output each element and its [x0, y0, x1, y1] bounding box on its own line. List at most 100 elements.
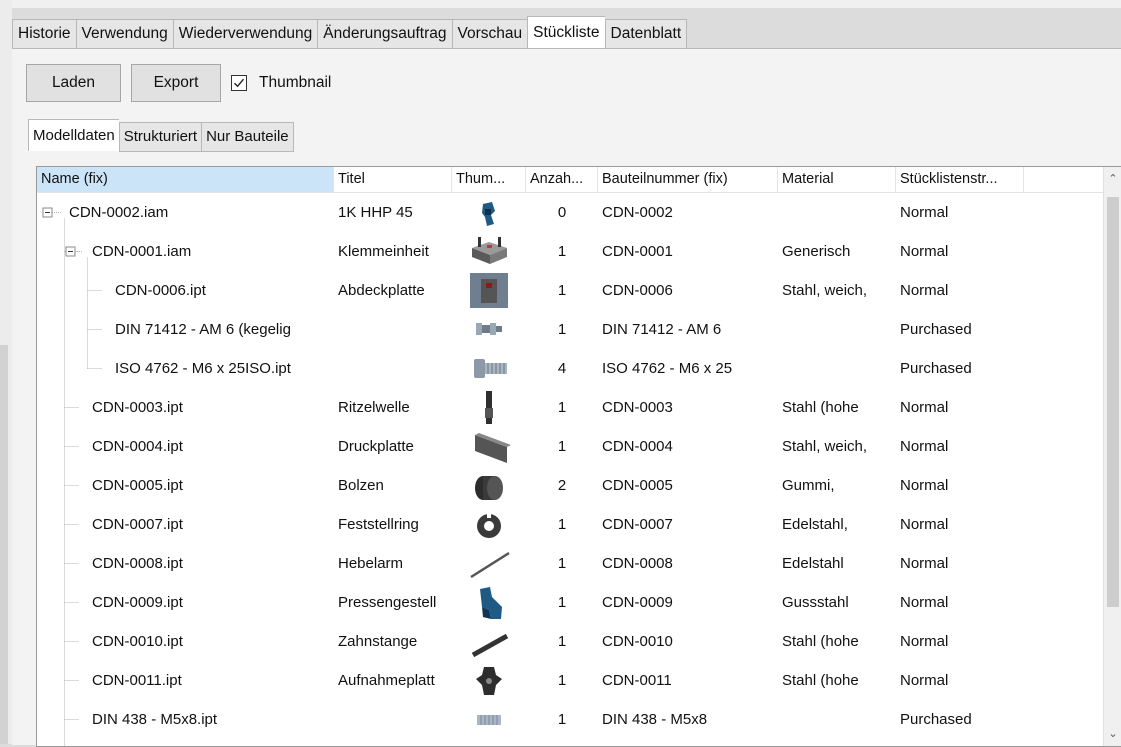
row-quantity: 0 [557, 204, 567, 221]
table-row[interactable]: CDN-0010.ipt Zahnstange 1 CDN-0010 Stahl (ho… [37, 622, 1104, 661]
table-row[interactable]: DIN 71412 - AM 6 (kegelig 1 DIN 71412 - AM… [37, 310, 1104, 349]
row-part-number: CDN-0007 [602, 516, 673, 533]
table-row[interactable]: CDN-0005.ipt Bolzen 2 CDN-0005 Gummi, Normal [37, 466, 1104, 505]
tab-datenblatt[interactable]: Datenblatt [604, 19, 688, 49]
row-quantity: 1 [557, 633, 567, 650]
bom-panel: Laden Export Thumbnail Modelldaten Strukt… [12, 48, 1121, 747]
row-bom-structure: Normal [900, 672, 949, 689]
column-name-header[interactable]: Name (fix) [37, 167, 334, 192]
grease-nipple-icon [476, 323, 502, 335]
press-frame-icon [480, 587, 502, 619]
column-thumbnail-header[interactable]: Thum... [452, 167, 526, 192]
thumbnail-label: Thumbnail [259, 74, 332, 91]
tab-wiederverwendung[interactable]: Wiederverwendung [172, 19, 318, 49]
subtab-modelldaten[interactable]: Modelldaten [28, 119, 119, 151]
lever-arm-icon [470, 551, 510, 579]
row-material: Edelstahl [782, 555, 844, 572]
column-title-header[interactable]: Titel [334, 167, 452, 192]
table-row[interactable]: CDN-0006.ipt Abdeckplatte 1 CDN-0006 Stahl, … [37, 271, 1104, 310]
row-material [778, 310, 896, 349]
row-part-number: DIN 71412 - AM 6 [602, 321, 722, 338]
row-thumbnail [452, 466, 526, 505]
row-quantity: 1 [557, 321, 567, 338]
column-bom-structure-header[interactable]: Stücklistenstr... [896, 167, 1024, 192]
row-title: Feststellring [338, 516, 419, 533]
pressure-plate-icon [475, 433, 511, 463]
row-name: CDN-0007.ipt [92, 516, 183, 533]
main-tab-bar: Historie Verwendung Wiederverwendung Änderu… [12, 16, 688, 49]
table-row[interactable]: CDN-0003.ipt Ritzelwelle 1 CDN-0003 Stahl (h… [37, 388, 1104, 427]
column-part-number-header[interactable]: Bauteilnummer (fix) [598, 167, 778, 192]
table-row[interactable]: CDN-0011.ipt Aufnahmeplatt 1 CDN-0011 Stahl … [37, 661, 1104, 700]
row-thumbnail [452, 310, 526, 349]
row-title: 1K HHP 45 [338, 204, 413, 221]
clamp-unit-icon [472, 237, 507, 264]
row-part-number: CDN-0005 [602, 477, 673, 494]
table-row[interactable]: DIN 438 - M5x8.ipt 1 DIN 438 - M5x8 Purchas… [37, 700, 1104, 739]
row-part-number: CDN-0011 [602, 672, 672, 689]
column-quantity-header[interactable]: Anzah... [526, 167, 598, 192]
row-title [334, 700, 452, 739]
header-filler [1024, 167, 1104, 192]
sub-tab-bar: Modelldaten Strukturiert Nur Bauteile [28, 119, 294, 152]
table-row[interactable]: CDN-0001.iam Klemmeinheit 1 CDN-0001 Generis… [37, 232, 1104, 271]
row-bom-structure: Normal [900, 516, 949, 533]
grid-header: Name (fix) Titel Thum... Anzah... Bauteilnum… [37, 167, 1104, 193]
row-bom-structure: Purchased [900, 321, 972, 338]
table-row[interactable]: CDN-0007.ipt Feststellring 1 CDN-0007 Edelst… [37, 505, 1104, 544]
set-screw-icon [477, 715, 501, 725]
table-row[interactable]: CDN-0009.ipt Pressengestell 1 CDN-0009 Gusss… [37, 583, 1104, 622]
row-name: CDN-0004.ipt [92, 438, 183, 455]
row-quantity: 1 [557, 282, 567, 299]
row-name: CDN-0005.ipt [92, 477, 183, 494]
row-quantity: 1 [557, 711, 567, 728]
vertical-scrollbar[interactable]: ⌃ ⌄ [1103, 167, 1121, 746]
tab-stückliste[interactable]: Stückliste [527, 16, 605, 48]
table-row[interactable]: CDN-0008.ipt Hebelarm 1 CDN-0008 Edelstahl No… [37, 544, 1104, 583]
row-part-number: CDN-0002 [602, 204, 673, 221]
row-name: CDN-0006.ipt [115, 282, 206, 299]
load-button[interactable]: Laden [26, 64, 121, 102]
tab-historie[interactable]: Historie [12, 19, 76, 49]
table-row[interactable]: ISO 4762 - M6 x 25ISO.ipt 4 ISO 4762 - M6 … [37, 349, 1104, 388]
row-name: CDN-0009.ipt [92, 594, 183, 611]
thumbnail-checkbox[interactable] [231, 75, 247, 91]
subtab-nur-bauteile[interactable]: Nur Bauteile [201, 122, 294, 152]
row-material [778, 349, 896, 388]
row-material: Stahl (hohe [782, 633, 859, 650]
row-part-number: DIN 438 - M5x8 [602, 711, 708, 728]
row-title: Klemmeinheit [338, 243, 429, 260]
row-thumbnail [452, 622, 526, 661]
row-name: CDN-0003.ipt [92, 399, 183, 416]
row-bom-structure: Normal [900, 243, 949, 260]
tab-änderungsauftrag[interactable]: Änderungsauftrag [317, 19, 452, 49]
subtab-strukturiert[interactable]: Strukturiert [118, 122, 202, 152]
scroll-up-icon[interactable]: ⌃ [1104, 169, 1121, 189]
row-quantity: 1 [557, 399, 567, 416]
row-title [334, 310, 452, 349]
row-part-number: CDN-0001 [602, 243, 673, 260]
row-thumbnail [452, 505, 526, 544]
row-quantity: 1 [557, 243, 567, 260]
table-row[interactable]: CDN-0002.iam 1K HHP 45 0 CDN-0002 Normal [37, 193, 1104, 232]
row-name: DIN 438 - M5x8.ipt [92, 711, 218, 728]
row-part-number: CDN-0006 [602, 282, 673, 299]
tab-verwendung[interactable]: Verwendung [75, 19, 173, 49]
locking-ring-icon [477, 513, 501, 538]
table-row[interactable]: CDN-0004.ipt Druckplatte 1 CDN-0004 Stahl, w… [37, 427, 1104, 466]
column-material-header[interactable]: Material [778, 167, 896, 192]
tab-vorschau[interactable]: Vorschau [451, 19, 528, 49]
row-material: Stahl, weich, [782, 438, 868, 455]
row-title: Hebelarm [338, 555, 404, 572]
row-thumbnail [452, 544, 526, 583]
row-thumbnail [452, 232, 526, 271]
export-button[interactable]: Export [131, 64, 221, 102]
row-material: Gussstahl [782, 594, 849, 611]
row-bom-structure: Normal [900, 399, 949, 416]
row-title [334, 349, 452, 388]
scrollbar-thumb[interactable] [1107, 197, 1119, 607]
scroll-down-icon[interactable]: ⌄ [1104, 724, 1121, 744]
row-thumbnail [452, 427, 526, 466]
checkmark-icon [234, 78, 245, 88]
row-part-number: CDN-0009 [602, 594, 673, 611]
